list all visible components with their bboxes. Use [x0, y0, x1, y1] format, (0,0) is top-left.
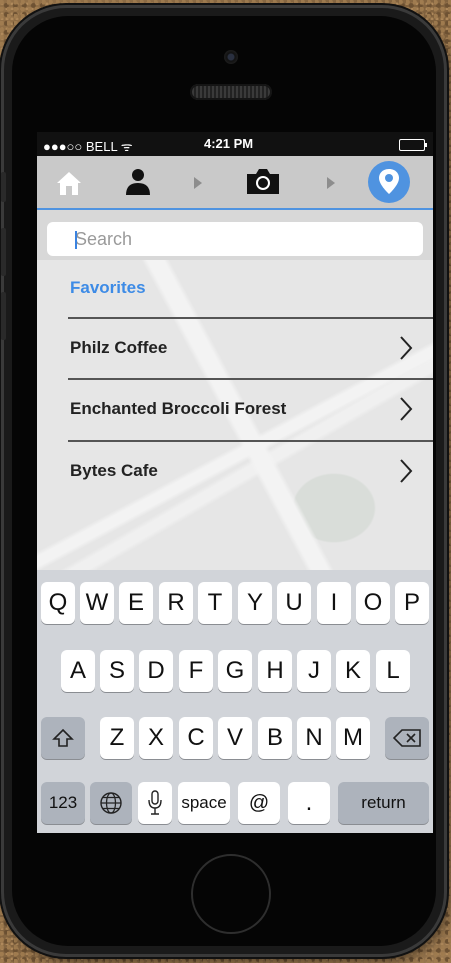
text-cursor [75, 231, 77, 249]
key-l[interactable]: L [376, 650, 410, 692]
key-o[interactable]: O [356, 582, 390, 624]
return-key[interactable]: return [338, 782, 429, 824]
home-icon[interactable] [55, 169, 83, 197]
home-button[interactable] [191, 854, 271, 934]
shift-icon [52, 728, 74, 747]
phone-screen: ●●●○○ BELL ᯤ 4:21 PM Search Favorites Ph… [37, 132, 433, 833]
key-v[interactable]: V [218, 717, 252, 759]
space-key[interactable]: space [178, 782, 230, 824]
microphone-icon [148, 790, 162, 815]
camera-icon[interactable] [245, 166, 281, 196]
favorite-item-philz-coffee[interactable]: Philz Coffee [68, 317, 433, 379]
key-y[interactable]: Y [238, 582, 272, 624]
search-input[interactable] [47, 222, 423, 256]
key-a[interactable]: A [61, 650, 95, 692]
key-m[interactable]: M [336, 717, 370, 759]
volume-down-button [1, 292, 6, 340]
key-e[interactable]: E [119, 582, 153, 624]
key-u[interactable]: U [277, 582, 311, 624]
front-camera [224, 50, 238, 64]
earpiece-speaker [190, 84, 272, 100]
numbers-key[interactable]: 123 [41, 782, 85, 824]
key-h[interactable]: H [258, 650, 292, 692]
key-p[interactable]: P [395, 582, 429, 624]
person-icon[interactable] [125, 168, 151, 196]
key-i[interactable]: I [317, 582, 351, 624]
dictation-key[interactable] [138, 782, 172, 824]
period-key[interactable]: . [288, 782, 330, 824]
key-b[interactable]: B [258, 717, 292, 759]
chevron-right-icon [400, 459, 413, 483]
key-d[interactable]: D [139, 650, 173, 692]
chevron-right-icon [327, 177, 335, 189]
favorite-item-enchanted-broccoli-forest[interactable]: Enchanted Broccoli Forest [68, 378, 433, 440]
key-f[interactable]: F [179, 650, 213, 692]
list-item-label: Bytes Cafe [70, 461, 158, 480]
key-c[interactable]: C [179, 717, 213, 759]
chevron-right-icon [400, 397, 413, 421]
status-time: 4:21 PM [204, 136, 254, 151]
key-x[interactable]: X [139, 717, 173, 759]
key-k[interactable]: K [336, 650, 370, 692]
at-key[interactable]: @ [238, 782, 280, 824]
status-bar: ●●●○○ BELL ᯤ 4:21 PM [37, 132, 433, 156]
nav-bar [37, 156, 433, 210]
shift-key[interactable] [41, 717, 85, 759]
key-s[interactable]: S [100, 650, 134, 692]
battery-icon [399, 139, 427, 151]
key-g[interactable]: G [218, 650, 252, 692]
key-n[interactable]: N [297, 717, 331, 759]
chevron-right-icon [400, 336, 413, 360]
key-z[interactable]: Z [100, 717, 134, 759]
chevron-right-icon [194, 177, 202, 189]
key-t[interactable]: T [198, 582, 232, 624]
globe-icon [100, 792, 122, 814]
backspace-key[interactable] [385, 717, 429, 759]
favorites-heading: Favorites [70, 278, 146, 297]
carrier-label: ●●●○○ BELL ᯤ [43, 139, 133, 154]
backspace-icon [393, 729, 421, 747]
key-w[interactable]: W [80, 582, 114, 624]
list-item-label: Philz Coffee [70, 338, 168, 357]
key-q[interactable]: Q [41, 582, 75, 624]
silent-switch [1, 172, 6, 202]
location-pin-icon[interactable] [367, 160, 411, 204]
globe-key[interactable] [90, 782, 132, 824]
favorite-item-bytes-cafe[interactable]: Bytes Cafe [68, 440, 433, 502]
key-j[interactable]: J [297, 650, 331, 692]
search-bar [37, 210, 433, 262]
volume-up-button [1, 228, 6, 276]
keyboard: Q W E R T Y U I O P A S D F G H J K L Z … [37, 570, 433, 833]
key-r[interactable]: R [159, 582, 193, 624]
list-item-label: Enchanted Broccoli Forest [70, 399, 287, 418]
